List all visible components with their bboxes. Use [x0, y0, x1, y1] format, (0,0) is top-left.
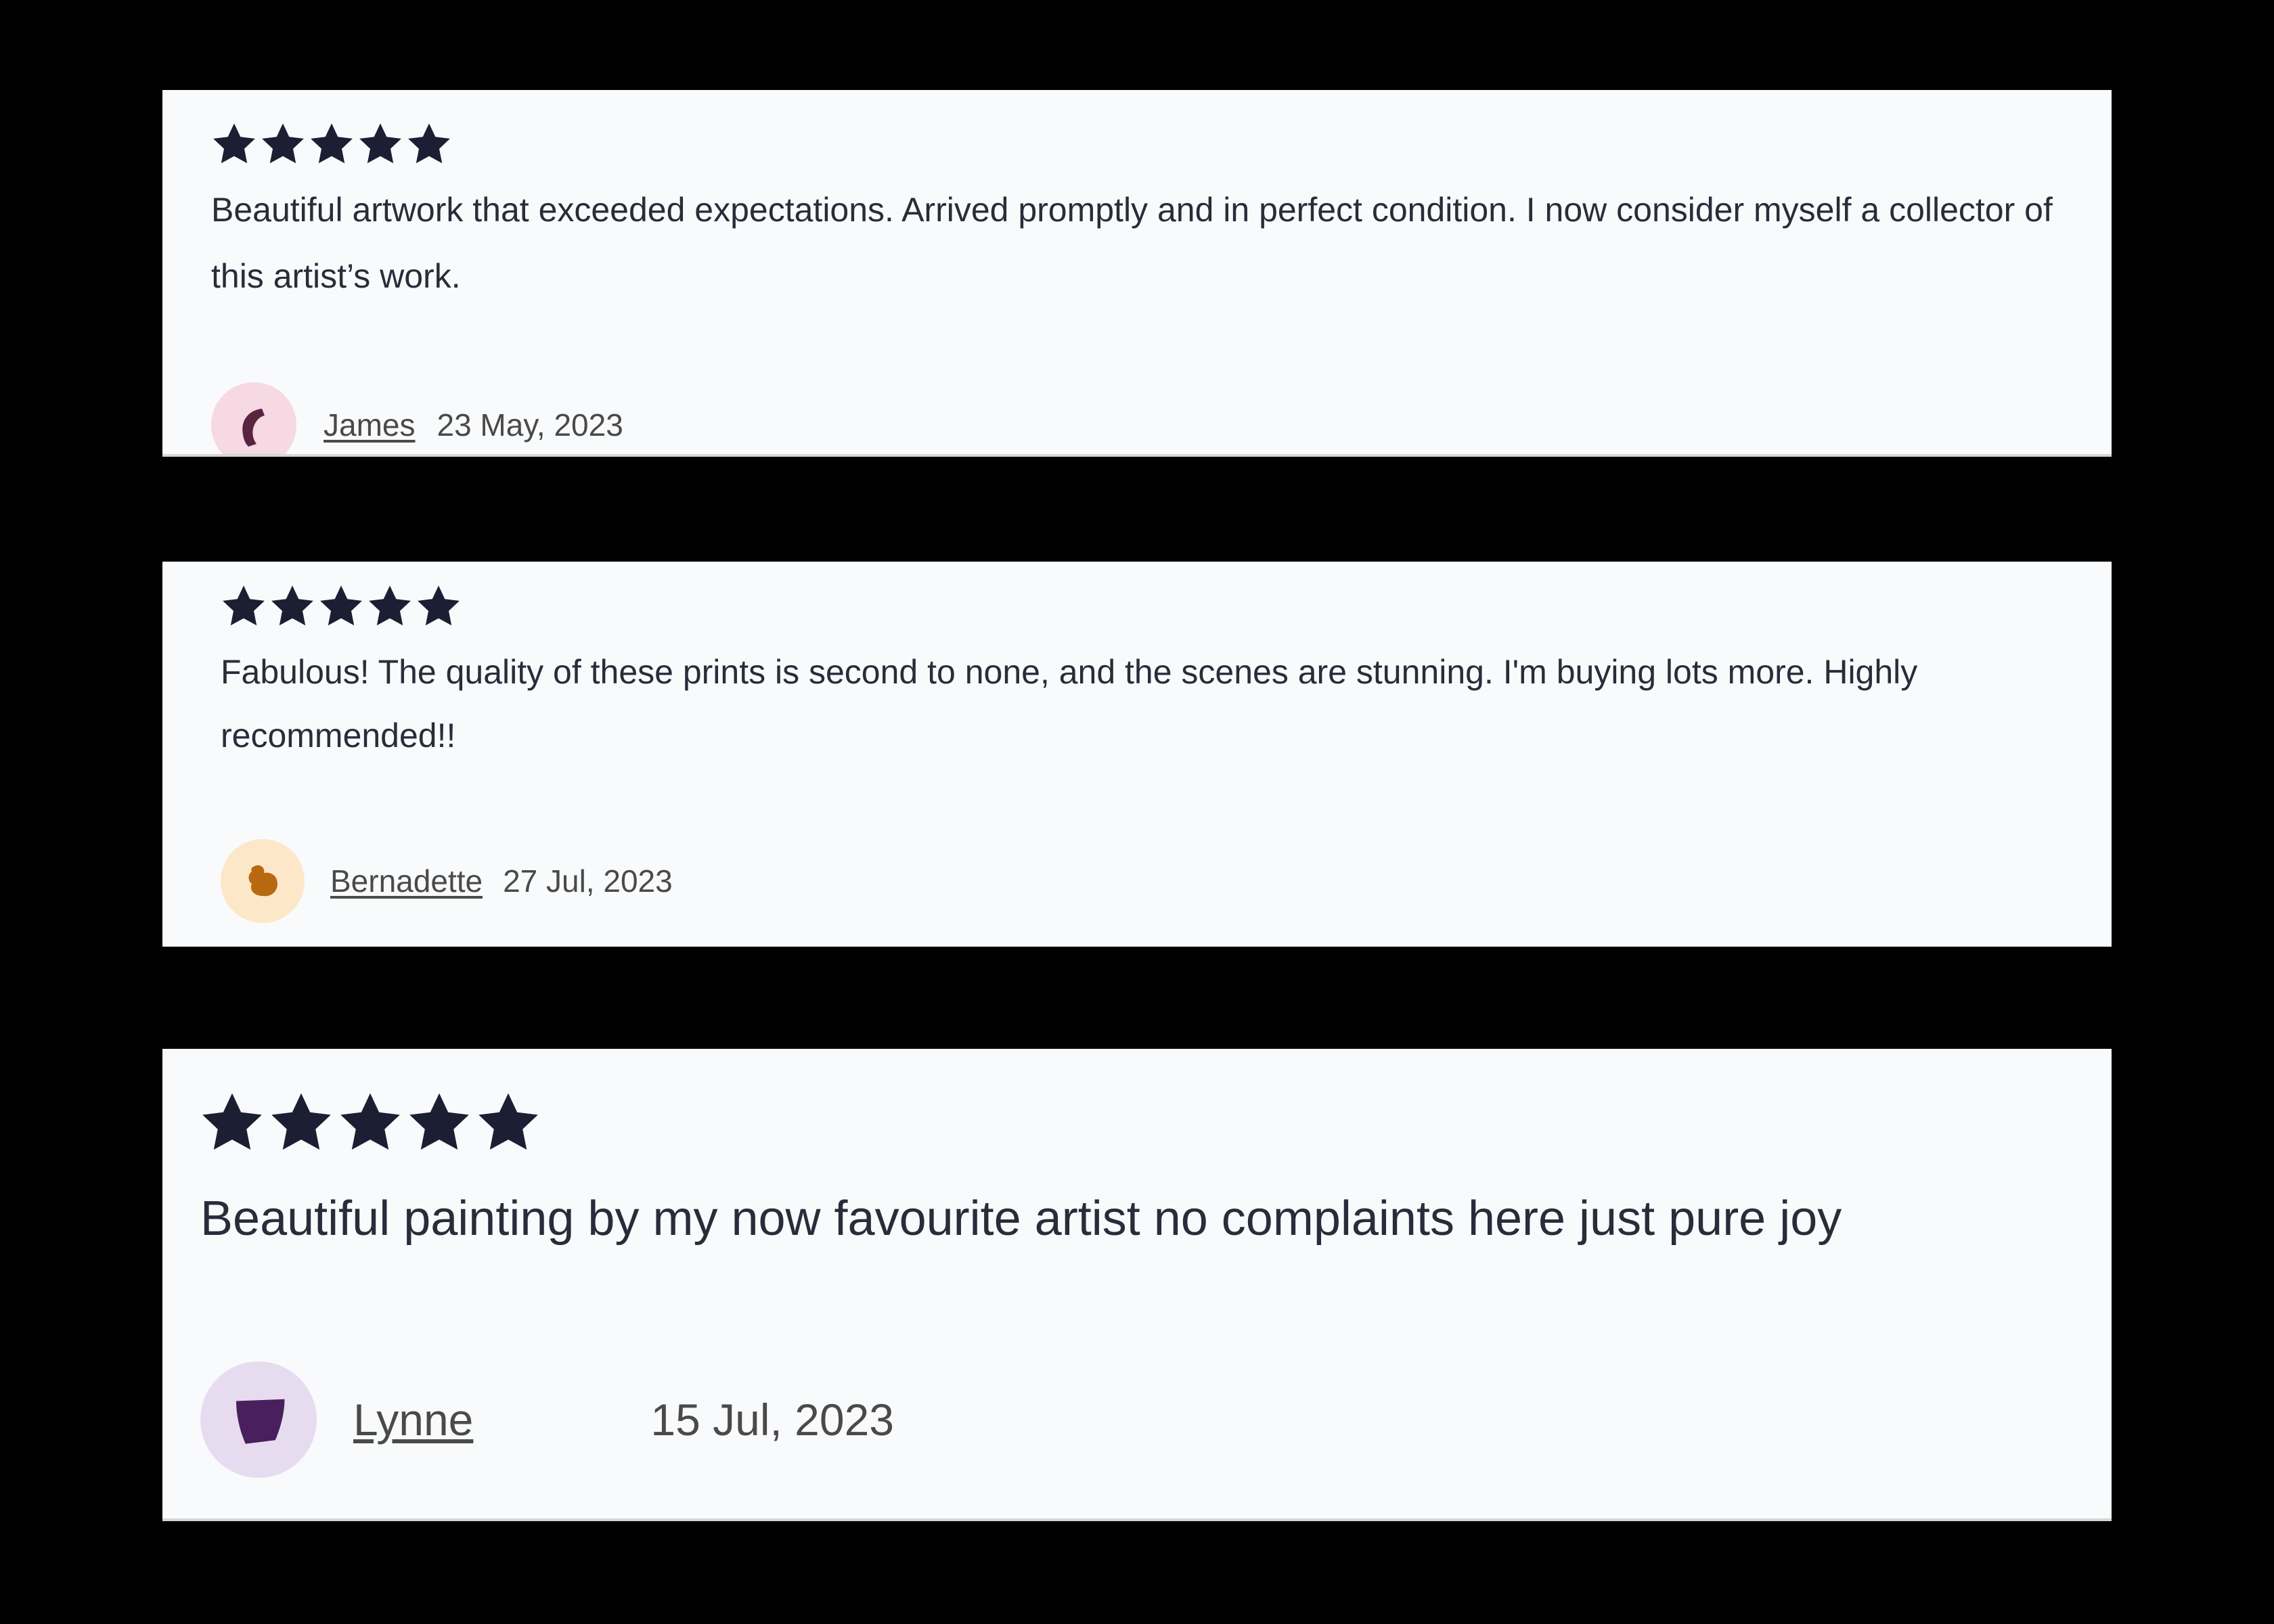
- star-icon: [405, 120, 453, 168]
- star-icon: [259, 120, 307, 168]
- reviewer-avatar: [221, 839, 305, 923]
- star-rating: [210, 120, 453, 168]
- reviewer-name-link[interactable]: James: [324, 407, 415, 443]
- review-date: 27 Jul, 2023: [503, 863, 673, 899]
- star-icon: [267, 1088, 336, 1157]
- star-icon: [219, 582, 268, 631]
- star-icon: [405, 1088, 474, 1157]
- review-text: Fabulous! The quality of these prints is…: [221, 653, 1918, 754]
- review-meta: James 23 May, 2023: [211, 382, 623, 454]
- review-meta: Bernadette 27 Jul, 2023: [221, 839, 673, 923]
- review-card: Fabulous! The quality of these prints is…: [162, 562, 2112, 947]
- reviewer-avatar: [211, 382, 296, 454]
- star-icon: [210, 120, 259, 168]
- review-date: 23 May, 2023: [437, 407, 623, 443]
- abstract-trapezoid-shape-icon: [236, 1399, 285, 1444]
- abstract-blob-shape-icon: [248, 865, 277, 897]
- review-card: Beautiful painting by my now favourite a…: [162, 1049, 2112, 1521]
- reviewer-avatar: [200, 1361, 317, 1478]
- review-meta: Lynne 15 Jul, 2023: [200, 1361, 894, 1478]
- star-icon: [268, 582, 317, 631]
- review-card: Beautiful artwork that exceeded expectat…: [162, 90, 2112, 457]
- review-date: 15 Jul, 2023: [650, 1395, 894, 1445]
- star-icon: [365, 582, 414, 631]
- star-icon: [336, 1088, 405, 1157]
- star-icon: [474, 1088, 543, 1157]
- star-icon: [307, 120, 356, 168]
- star-icon: [414, 582, 463, 631]
- review-text: Beautiful artwork that exceeded expectat…: [211, 191, 2053, 295]
- star-icon: [356, 120, 405, 168]
- star-icon: [317, 582, 365, 631]
- star-icon: [198, 1088, 267, 1157]
- star-rating: [219, 582, 463, 631]
- star-rating: [198, 1088, 543, 1157]
- reviewer-name-link[interactable]: Lynne: [353, 1394, 473, 1445]
- review-text: Beautiful painting by my now favourite a…: [200, 1192, 1842, 1246]
- abstract-crescent-shape-icon: [242, 409, 265, 447]
- reviewer-name-link[interactable]: Bernadette: [330, 863, 483, 899]
